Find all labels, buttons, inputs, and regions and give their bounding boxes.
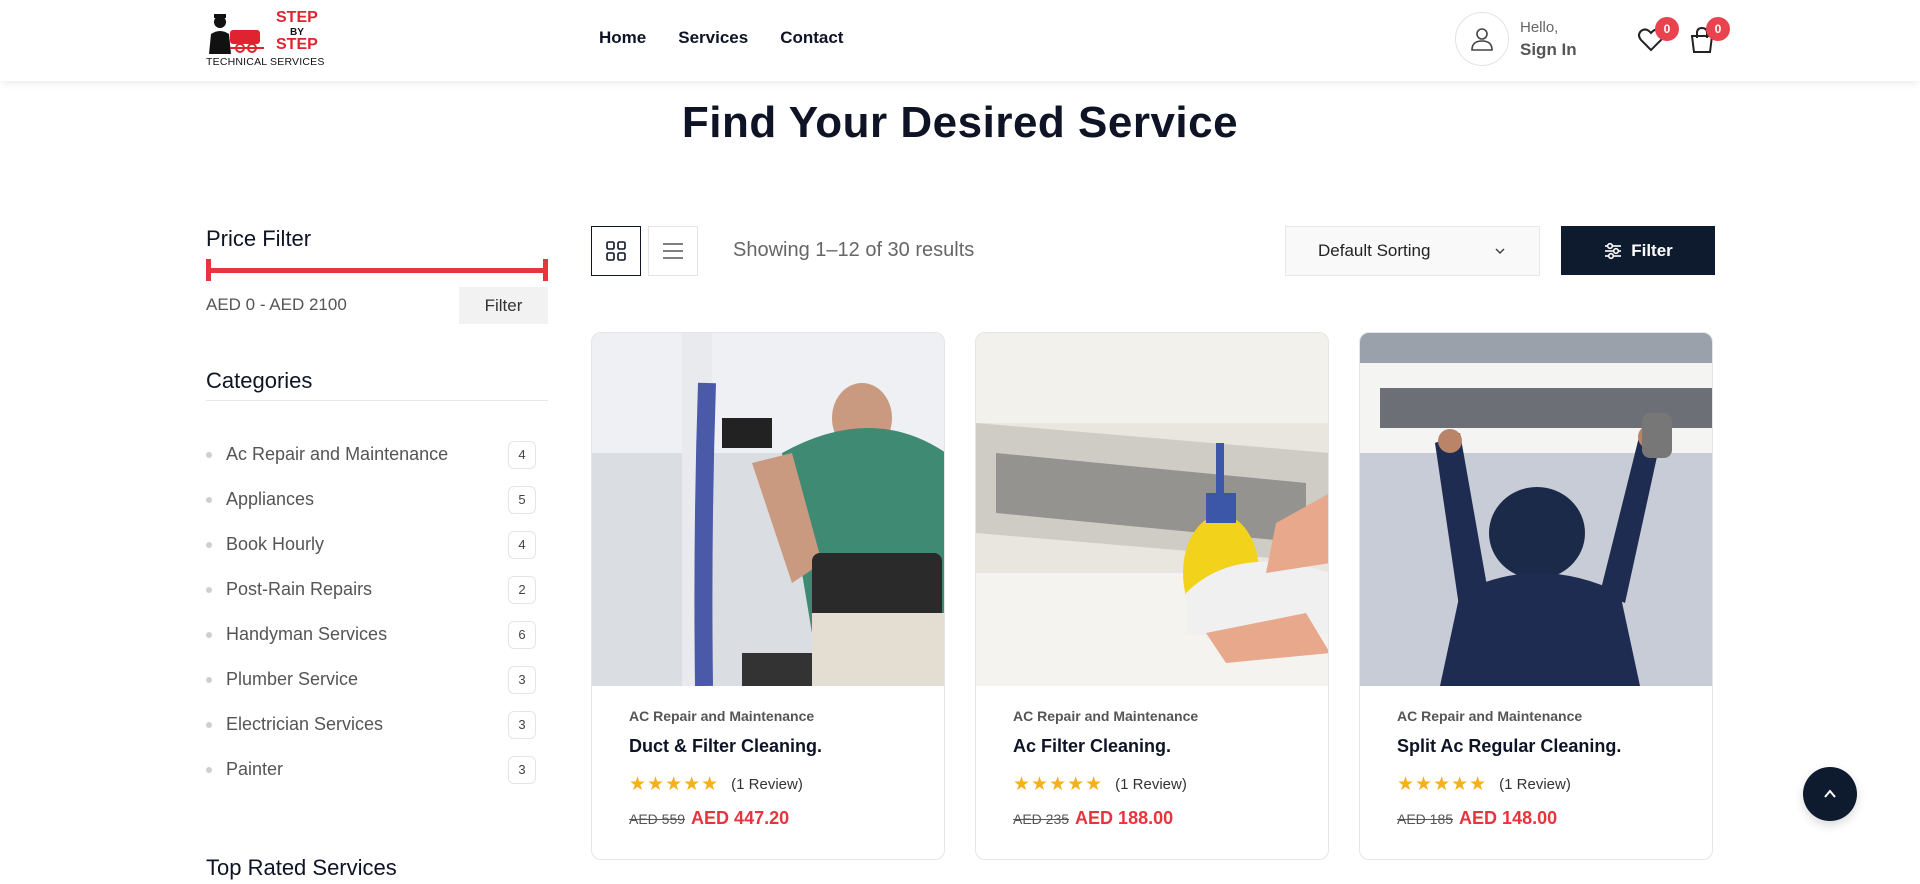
wishlist-count-badge: 0 (1655, 17, 1679, 41)
cart-count-badge: 0 (1706, 17, 1730, 41)
chevron-down-icon (1495, 248, 1505, 255)
product-image[interactable] (592, 333, 944, 686)
grid-icon (606, 241, 626, 261)
hello-text: Hello, (1520, 18, 1559, 36)
product-category[interactable]: AC Repair and Maintenance (1397, 708, 1692, 724)
sign-in-link[interactable]: Sign In (1520, 40, 1577, 60)
category-count: 5 (508, 485, 536, 514)
cart-button[interactable]: 0 (1688, 17, 1730, 56)
category-name: Appliances (226, 489, 315, 509)
logo[interactable]: STEP BY STEP TECHNICAL SERVICES (206, 9, 324, 70)
category-count: 4 (508, 440, 536, 469)
category-name: Plumber Service (226, 669, 359, 689)
review-count: (1 Review) (1115, 776, 1187, 793)
category-name: Painter (226, 759, 284, 779)
product-title[interactable]: Duct & Filter Cleaning. (629, 736, 924, 757)
chevron-up-icon (1824, 789, 1836, 798)
category-count: 2 (508, 575, 536, 604)
price-filter-button[interactable]: Filter (459, 287, 548, 324)
product-card[interactable]: AC Repair and Maintenance Split Ac Regul… (1359, 332, 1713, 860)
category-count: 4 (508, 530, 536, 559)
star-rating-icon: ★★★★★ (629, 774, 720, 795)
product-title[interactable]: Split Ac Regular Cleaning. (1397, 736, 1692, 757)
category-name: Post-Rain Repairs (226, 579, 373, 599)
category-list: Ac Repair and Maintenance 4 Appliances 5 B… (206, 432, 536, 792)
sort-select[interactable]: Default Sorting (1285, 226, 1540, 276)
logo-text-step: STEP (276, 9, 318, 26)
review-count: (1 Review) (731, 776, 803, 793)
category-item-electrician[interactable]: Electrician Services 3 (206, 702, 536, 747)
top-rated-title: Top Rated Services (206, 855, 397, 880)
old-price: AED 559 (629, 811, 686, 827)
filter-button[interactable]: Filter (1561, 226, 1715, 275)
product-rating: ★★★★★ (1 Review) (1397, 773, 1692, 796)
nav-services[interactable]: Services (678, 28, 748, 48)
category-name: Handyman Services (226, 624, 388, 644)
product-image[interactable] (1360, 333, 1712, 686)
old-price: AED 235 (1013, 811, 1070, 827)
category-item-ac-repair[interactable]: Ac Repair and Maintenance 4 (206, 432, 536, 477)
nav-contact[interactable]: Contact (780, 28, 843, 48)
filter-button-label: Filter (1631, 240, 1673, 260)
category-item-book-hourly[interactable]: Book Hourly 4 (206, 522, 536, 567)
category-item-painter[interactable]: Painter 3 (206, 747, 536, 792)
sliders-icon (1605, 242, 1622, 259)
technician-logo-icon (209, 14, 264, 54)
logo-tagline: TECHNICAL SERVICES (206, 56, 325, 68)
results-count: Showing 1–12 of 30 results (733, 239, 975, 261)
scroll-to-top-button[interactable] (1803, 767, 1857, 821)
category-name: Book Hourly (226, 534, 325, 554)
product-rating: ★★★★★ (1 Review) (1013, 773, 1308, 796)
sort-select-value: Default Sorting (1318, 241, 1431, 260)
category-count: 6 (508, 620, 536, 649)
category-count: 3 (508, 665, 536, 694)
price-range-slider[interactable] (206, 259, 548, 281)
list-icon (663, 243, 683, 259)
price-filter-title: Price Filter (206, 226, 312, 251)
account-link[interactable]: Hello, Sign In (1455, 12, 1577, 66)
list-view-button[interactable] (648, 226, 698, 276)
product-rating: ★★★★★ (1 Review) (629, 773, 924, 796)
category-item-appliances[interactable]: Appliances 5 (206, 477, 536, 522)
wishlist-button[interactable]: 0 (1637, 17, 1679, 56)
category-name: Electrician Services (226, 714, 384, 734)
category-count: 3 (508, 710, 536, 739)
product-image[interactable] (976, 333, 1328, 686)
product-category[interactable]: AC Repair and Maintenance (1013, 708, 1308, 724)
user-icon (1455, 12, 1509, 66)
main-nav: Home Services Contact (599, 28, 843, 48)
sale-price: AED 188.00 (1075, 808, 1174, 828)
product-card[interactable]: AC Repair and Maintenance Ac Filter Clea… (975, 332, 1329, 860)
product-price: AED 235 AED 188.00 (1013, 808, 1308, 829)
star-rating-icon: ★★★★★ (1013, 774, 1104, 795)
product-category[interactable]: AC Repair and Maintenance (629, 708, 924, 724)
price-range-text: AED 0 - AED 2100 (206, 295, 347, 314)
grid-view-button[interactable] (591, 226, 641, 276)
site-header: STEP BY STEP TECHNICAL SERVICES Home Ser… (0, 0, 1920, 81)
product-price: AED 185 AED 148.00 (1397, 808, 1692, 829)
categories-divider (206, 400, 548, 401)
star-rating-icon: ★★★★★ (1397, 774, 1488, 795)
review-count: (1 Review) (1499, 776, 1571, 793)
category-name: Ac Repair and Maintenance (226, 444, 449, 464)
old-price: AED 185 (1397, 811, 1454, 827)
range-max-handle[interactable] (543, 259, 548, 281)
category-item-handyman[interactable]: Handyman Services 6 (206, 612, 536, 657)
categories-title: Categories (206, 368, 313, 393)
sale-price: AED 447.20 (691, 808, 790, 828)
product-title[interactable]: Ac Filter Cleaning. (1013, 736, 1308, 757)
logo-text-step-2: STEP (276, 36, 318, 53)
nav-home[interactable]: Home (599, 28, 646, 48)
product-card[interactable]: AC Repair and Maintenance Duct & Filter … (591, 332, 945, 860)
page-title: Find Your Desired Service (681, 98, 1239, 147)
product-price: AED 559 AED 447.20 (629, 808, 924, 829)
category-item-plumber[interactable]: Plumber Service 3 (206, 657, 536, 702)
range-min-handle[interactable] (206, 259, 211, 281)
sale-price: AED 148.00 (1459, 808, 1558, 828)
category-item-post-rain[interactable]: Post-Rain Repairs 2 (206, 567, 536, 612)
category-count: 3 (508, 755, 536, 784)
